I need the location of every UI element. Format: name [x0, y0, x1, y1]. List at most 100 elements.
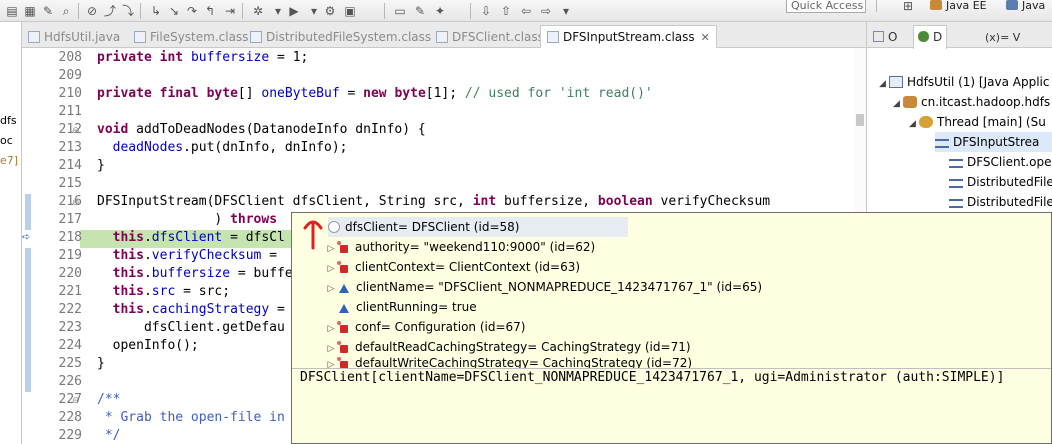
line-number: 219	[58, 248, 82, 263]
code-line: DFSInputStream(DFSClient dfsClient, Stri…	[97, 194, 771, 209]
tab-distributedfilesystem-class[interactable]: DistributedFileSystem.class	[250, 26, 431, 48]
expand-arrow-icon[interactable]: ▷	[324, 339, 338, 359]
private-field-icon	[337, 241, 348, 253]
variable-row[interactable]: ▷ defaultReadCachingStrategy= CachingStra…	[324, 337, 691, 357]
debug-tree-item[interactable]: DistributedFile	[949, 172, 1052, 192]
line-number: 209	[58, 68, 82, 83]
fold-toggle-icon[interactable]: ⊖	[72, 126, 80, 136]
debug-icon	[918, 31, 929, 42]
open-type-icon[interactable]: ▦	[22, 3, 38, 19]
tab-hdfsutil-java[interactable]: HdfsUtil.java	[28, 26, 120, 48]
debug-tree-item-selected[interactable]: DFSInputStrea	[935, 132, 1052, 152]
code-line: * Grab the open-file in	[97, 410, 285, 425]
open-perspective-icon[interactable]: ⊞	[900, 0, 916, 14]
forward-icon[interactable]: ⇨	[538, 3, 554, 19]
inspect-variable-tree[interactable]: dfsClient= DFSClient (id=58) ▷ authority=…	[292, 213, 1051, 369]
tab-outline[interactable]: O	[873, 26, 897, 48]
tab-debug[interactable]: D	[913, 25, 948, 49]
stack-frame-icon	[935, 139, 949, 148]
collapse-arrow-icon[interactable]: ◢	[909, 114, 919, 134]
line-number: 222	[58, 302, 82, 317]
expand-arrow-icon[interactable]: ▷	[324, 259, 338, 279]
tab-dfsinputstream-class[interactable]: DFSInputStream.class ✕	[540, 25, 717, 49]
perspective-label: Java	[1022, 0, 1046, 12]
expand-arrow-icon[interactable]: ▷	[324, 359, 338, 368]
expand-arrow-icon[interactable]: ▷	[324, 279, 338, 299]
run-icon[interactable]: ▶	[286, 3, 302, 19]
debug-dropdown-icon[interactable]: ▾	[270, 3, 286, 19]
search-icon[interactable]: ⌕	[58, 3, 74, 19]
external-tools-icon[interactable]: ⚙	[322, 3, 338, 19]
debug-tree-item[interactable]: ◢ cn.itcast.hadoop.hdfs	[893, 92, 1050, 112]
tab-dfsclient-class[interactable]: DFSClient.class	[436, 26, 544, 48]
step-into-icon[interactable]: ↘	[166, 3, 182, 19]
variable-row[interactable]: clientRunning= true	[324, 297, 477, 317]
new-icon[interactable]: ▤	[4, 3, 20, 19]
tree-item-label: Thread [main] (Su	[937, 115, 1046, 129]
step-return-icon[interactable]: ↰	[202, 3, 218, 19]
close-tab-icon[interactable]: ✕	[701, 31, 710, 44]
variable-label: clientRunning= true	[356, 300, 477, 314]
run-as-icon[interactable]: ✎	[40, 3, 56, 19]
step-icon[interactable]: ⤵	[120, 3, 136, 19]
variable-row[interactable]: ▷ conf= Configuration (id=67)	[324, 317, 526, 339]
code-line: deadNodes.put(dnInfo, dnInfo);	[112, 140, 348, 155]
tree-item-fragment[interactable]: oc	[0, 134, 13, 147]
main-toolbar: ▤ ▦ ✎ ⌕ ⊘ ⤴ ⤵ ↳ ↘ ↷ ↰ ⇥ ✲ ▾ ▶ ▾ ⚙ ▣ ▭ ✎ …	[0, 0, 1052, 22]
variable-row[interactable]: ▷ authority= "weekend110:9000" (id=62)	[324, 237, 596, 257]
debug-tree-item[interactable]: ◢ Thread [main] (Su	[909, 112, 1046, 132]
back-icon[interactable]: ⇦	[518, 3, 534, 19]
run-dropdown-icon[interactable]: ▾	[306, 3, 322, 19]
variable-label: defaultReadCachingStrategy= CachingStrat…	[355, 340, 691, 354]
toolbar-separator	[140, 3, 141, 19]
previous-annotation-icon[interactable]: ⇧	[498, 3, 514, 19]
new-java-class-icon[interactable]: ✎	[412, 3, 428, 19]
variable-row-partial[interactable]: ▷ defaultWriteCachingStrategy= CachingStr…	[324, 357, 692, 368]
perspective-java[interactable]: Java	[1006, 0, 1045, 14]
tab-filesystem-class[interactable]: FileSystem.class	[134, 26, 248, 48]
open-folder-icon[interactable]: ▭	[392, 3, 408, 19]
outline-icon	[873, 31, 884, 42]
vertical-ruler	[22, 48, 32, 444]
variable-label: authority= "weekend110:9000" (id=62)	[355, 240, 596, 254]
next-annotation-icon[interactable]: ⇩	[478, 3, 494, 19]
debug-tree-item[interactable]: ◢ HdfsUtil (1) [Java Applic	[879, 72, 1049, 92]
dropdown-icon[interactable]: ▾	[558, 3, 574, 19]
java-ee-perspective-icon	[930, 0, 942, 10]
debug-tree-item[interactable]: DistributedFile	[949, 192, 1052, 212]
code-line: */	[97, 428, 121, 443]
step-over-icon[interactable]: ↷	[184, 3, 200, 19]
line-number: 221	[58, 284, 82, 299]
expand-arrow-icon[interactable]: ▷	[324, 319, 338, 339]
collapse-arrow-icon[interactable]: ◢	[893, 94, 903, 114]
red-annotation-arrow-icon	[303, 220, 323, 250]
private-field-icon	[337, 261, 348, 273]
overview-marker[interactable]	[856, 114, 864, 126]
tree-item-fragment[interactable]: dfs	[0, 114, 17, 127]
tab-label: DistributedFileSystem.class	[266, 30, 432, 44]
inspect-detail-pane[interactable]: DFSClient[clientName=DFSClient_NONMAPRED…	[292, 370, 1051, 443]
tab-variables[interactable]: (x)= V	[985, 26, 1020, 48]
line-number: 218	[58, 230, 82, 245]
fold-toggle-icon[interactable]: ⊖	[72, 396, 80, 406]
code-line: this.cachingStrategy =	[112, 302, 285, 317]
variable-root[interactable]: dfsClient= DFSClient (id=58)	[328, 217, 628, 237]
quick-access-input[interactable]: Quick Access	[786, 0, 866, 13]
code-line: }	[97, 158, 105, 173]
coverage-icon[interactable]: ▣	[342, 3, 358, 19]
fold-toggle-icon[interactable]: ⊖	[72, 198, 80, 208]
skip-breakpoints-icon[interactable]: ⊘	[84, 3, 100, 19]
variable-row[interactable]: ▷ clientContext= ClientContext (id=63)	[324, 257, 581, 279]
tree-item-fragment[interactable]: e7]	[0, 154, 18, 167]
public-field-icon	[339, 284, 349, 293]
debug-tree-item[interactable]: DFSClient.ope	[949, 152, 1051, 172]
perspective-java-ee[interactable]: Java EE	[930, 0, 987, 14]
variable-row[interactable]: ▷ clientName= "DFSClient_NONMAPREDUCE_142…	[324, 277, 763, 299]
open-task-icon[interactable]: ✦	[432, 3, 448, 19]
resume-icon[interactable]: ⤴	[102, 3, 118, 19]
use-step-filters-icon[interactable]: ⇥	[222, 3, 238, 19]
debug-icon[interactable]: ✲	[250, 3, 266, 19]
inspect-popup[interactable]: dfsClient= DFSClient (id=58) ▷ authority=…	[291, 212, 1052, 444]
collapse-arrow-icon[interactable]: ◢	[879, 74, 889, 94]
drop-to-frame-icon[interactable]: ↳	[148, 3, 164, 19]
